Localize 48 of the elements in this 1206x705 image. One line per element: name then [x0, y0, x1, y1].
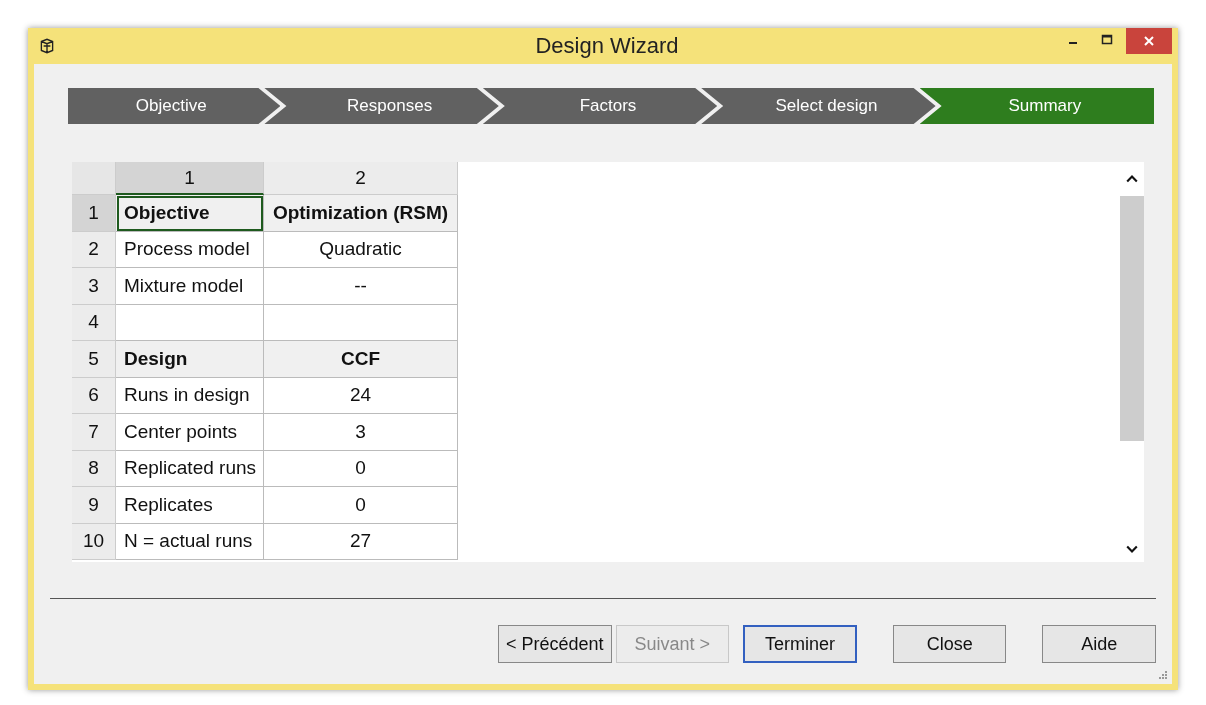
table-cell: Process model	[116, 231, 264, 268]
wizard-step[interactable]: Factors	[482, 88, 718, 124]
table-cell: 27	[264, 523, 458, 560]
table-cell: Objective	[116, 195, 264, 232]
dialog-button[interactable]: Aide	[1042, 625, 1157, 663]
scroll-up-icon[interactable]	[1126, 174, 1138, 184]
row-header[interactable]: 10	[72, 523, 116, 560]
table-cell: 3	[264, 414, 458, 451]
dialog-button[interactable]: Terminer	[743, 625, 857, 663]
table-cell: Quadratic	[264, 231, 458, 268]
table-cell: CCF	[264, 341, 458, 378]
table-cell: --	[264, 268, 458, 305]
row-header[interactable]: 3	[72, 268, 116, 305]
table-cell: Mixture model	[116, 268, 264, 305]
column-header[interactable]: 1	[116, 162, 264, 195]
wizard-step[interactable]: Select design	[701, 88, 936, 124]
close-icon[interactable]	[1143, 35, 1155, 47]
table-cell: Runs in design	[116, 377, 264, 414]
wizard-step[interactable]: Responses	[264, 88, 499, 124]
cube-icon	[38, 37, 56, 55]
scroll-thumb[interactable]	[1120, 196, 1144, 441]
row-header[interactable]: 8	[72, 450, 116, 487]
row-header[interactable]: 5	[72, 341, 116, 378]
table-cell: N = actual runs	[116, 523, 264, 560]
row-header[interactable]: 6	[72, 377, 116, 414]
row-header[interactable]: 2	[72, 231, 116, 268]
table-cell: 0	[264, 450, 458, 487]
window-title: Design Wizard	[534, 33, 680, 59]
table-cell: Replicated runs	[116, 450, 264, 487]
row-header[interactable]: 9	[72, 487, 116, 524]
table-cell: 24	[264, 377, 458, 414]
dialog-button[interactable]: < Précédent	[498, 625, 612, 663]
maximize-icon[interactable]	[1101, 34, 1113, 46]
table-cell: Center points	[116, 414, 264, 451]
column-header[interactable]: 2	[264, 162, 458, 195]
table-cell: Optimization (RSM)	[264, 195, 458, 232]
scroll-down-icon[interactable]	[1126, 544, 1138, 554]
row-header[interactable]: 4	[72, 304, 116, 341]
table-cell: 0	[264, 487, 458, 524]
dialog-button[interactable]: Close	[892, 625, 1007, 663]
resize-grip-icon[interactable]	[1158, 670, 1168, 680]
row-header[interactable]: 7	[72, 414, 116, 451]
table-cell: Replicates	[116, 487, 264, 524]
row-header[interactable]: 1	[72, 195, 116, 232]
wizard-step[interactable]: Objective	[68, 88, 281, 124]
wizard-step[interactable]: Summary	[919, 88, 1155, 124]
close-button[interactable]	[1126, 28, 1172, 54]
table-cell: Design	[116, 341, 264, 378]
